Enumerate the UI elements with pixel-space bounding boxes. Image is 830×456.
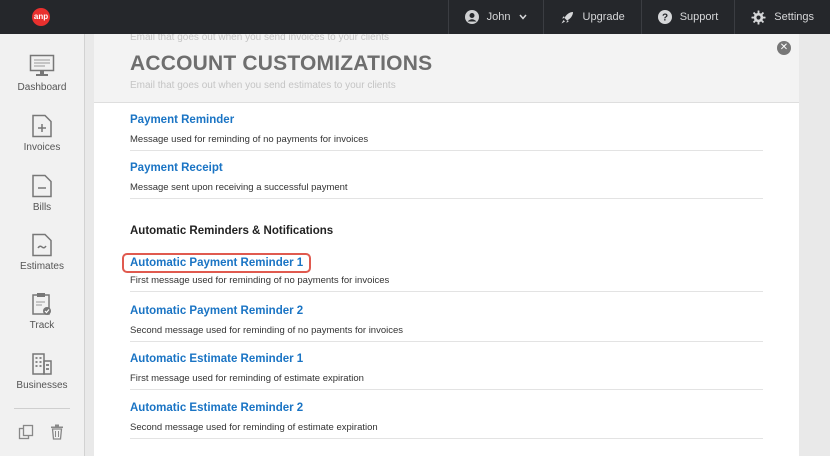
sidebar-item-track[interactable]: Track xyxy=(0,292,84,331)
svg-text:?: ? xyxy=(662,13,668,24)
sidebar-item-businesses[interactable]: Businesses xyxy=(0,352,84,391)
gear-icon xyxy=(751,9,766,25)
sidebar-item-label: Estimates xyxy=(20,261,64,272)
invoice-icon xyxy=(32,114,52,138)
help-icon: ? xyxy=(657,10,672,24)
trash-icon[interactable] xyxy=(50,424,64,440)
list-item-automatic-estimate-reminder-2: Automatic Estimate Reminder 2 Second mes… xyxy=(130,398,763,439)
background-text: Email that goes out when you send estima… xyxy=(130,80,396,91)
support-link[interactable]: ? Support xyxy=(640,0,735,34)
top-bar: anp John Upgrade ? Support Settings xyxy=(0,0,830,34)
chevron-down-icon xyxy=(518,14,527,20)
list-item-automatic-payment-reminder-1: Automatic Payment Reminder 1 First messa… xyxy=(121,253,763,292)
automatic-payment-reminder-2-link[interactable]: Automatic Payment Reminder 2 xyxy=(130,305,303,317)
item-description: Second message used for reminding of est… xyxy=(130,422,378,433)
section-heading: Automatic Reminders & Notifications xyxy=(130,225,334,237)
copy-icon[interactable] xyxy=(18,424,34,440)
payment-reminder-link[interactable]: Payment Reminder xyxy=(130,114,234,126)
automatic-estimate-reminder-1-link[interactable]: Automatic Estimate Reminder 1 xyxy=(130,353,303,365)
clipboard-icon xyxy=(32,293,51,315)
list-item-payment-reminder: Payment Reminder Message used for remind… xyxy=(130,110,763,151)
panel-header: Email that goes out when you send invoic… xyxy=(94,34,799,103)
app-logo[interactable]: anp xyxy=(32,8,50,26)
background-text: Email that goes out when you send invoic… xyxy=(130,34,390,43)
sidebar-item-label: Invoices xyxy=(23,142,61,153)
user-name: John xyxy=(486,11,511,23)
automatic-payment-reminder-1-link[interactable]: Automatic Payment Reminder 1 xyxy=(121,253,312,273)
rocket-icon xyxy=(561,11,573,23)
payment-receipt-link[interactable]: Payment Receipt xyxy=(130,162,223,174)
top-nav: John Upgrade ? Support Settings xyxy=(447,0,830,34)
support-label: Support xyxy=(679,11,719,23)
sidebar-item-bills[interactable]: Bills xyxy=(0,174,84,213)
upgrade-label: Upgrade xyxy=(582,11,625,23)
item-description: Message used for reminding of no payment… xyxy=(130,134,369,145)
sidebar-item-invoices[interactable]: Invoices xyxy=(0,114,84,153)
bill-icon xyxy=(32,174,52,198)
item-description: Second message used for reminding of no … xyxy=(130,325,404,336)
close-icon: ✕ xyxy=(779,42,789,53)
page-title: ACCOUNT CUSTOMIZATIONS xyxy=(130,52,433,75)
settings-link[interactable]: Settings xyxy=(734,0,830,34)
sidebar-item-label: Dashboard xyxy=(17,82,67,93)
close-button[interactable]: ✕ xyxy=(777,41,791,55)
sidebar-item-dashboard[interactable]: Dashboard xyxy=(0,54,84,93)
item-description: First message used for reminding of no p… xyxy=(130,275,390,286)
estimate-icon xyxy=(32,233,52,257)
account-customizations-panel: Email that goes out when you send invoic… xyxy=(94,34,799,456)
sidebar-item-label: Track xyxy=(29,320,55,331)
monitor-icon xyxy=(29,54,55,76)
item-description: First message used for reminding of esti… xyxy=(130,373,364,384)
sidebar: Dashboard Invoices Bills Estimates Track… xyxy=(0,34,85,456)
list-item-automatic-estimate-reminder-1: Automatic Estimate Reminder 1 First mess… xyxy=(130,349,763,390)
sidebar-item-estimates[interactable]: Estimates xyxy=(0,233,84,272)
sidebar-item-label: Bills xyxy=(32,202,52,213)
list-item-automatic-payment-reminder-2: Automatic Payment Reminder 2 Second mess… xyxy=(130,301,763,342)
building-icon xyxy=(32,353,52,375)
sidebar-tools xyxy=(18,424,64,440)
sidebar-divider xyxy=(14,408,70,409)
settings-label: Settings xyxy=(774,11,814,23)
sidebar-item-label: Businesses xyxy=(16,380,68,391)
user-menu[interactable]: John xyxy=(447,0,543,34)
upgrade-link[interactable]: Upgrade xyxy=(542,0,641,34)
user-icon xyxy=(464,10,479,24)
item-description: Message sent upon receiving a successful… xyxy=(130,182,348,193)
list-item-payment-receipt: Payment Receipt Message sent upon receiv… xyxy=(130,158,763,199)
automatic-estimate-reminder-2-link[interactable]: Automatic Estimate Reminder 2 xyxy=(130,402,303,414)
